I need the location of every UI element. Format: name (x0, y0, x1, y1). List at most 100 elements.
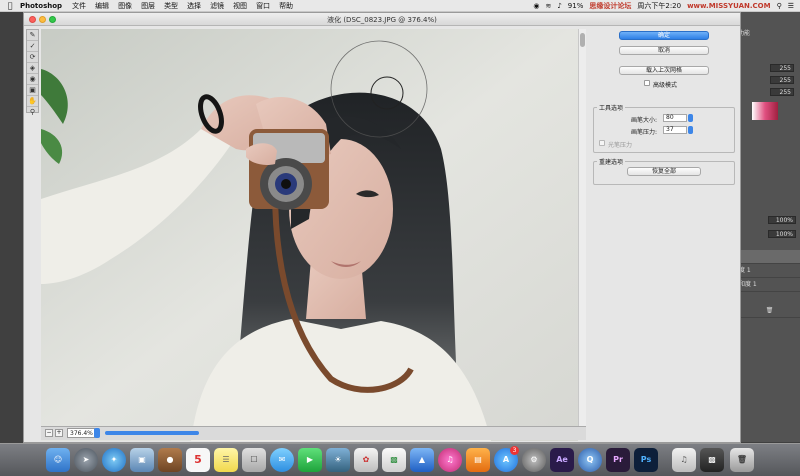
reconstruct-tool-icon[interactable]: ✓ (27, 41, 38, 52)
menu-type[interactable]: 类型 (164, 1, 178, 11)
preview-icon[interactable]: ▣ (130, 448, 154, 472)
brush-pressure-label: 画笔压力: (631, 129, 658, 136)
liquify-toolbox: ✎ ✓ ⟳ ◈ ◉ ▣ ✋ ⚲ (26, 29, 39, 116)
cancel-button[interactable]: 取消 (619, 46, 709, 55)
zoom-level-field[interactable]: 376.4% (67, 428, 95, 438)
numbers-icon[interactable]: ▩ (382, 448, 406, 472)
layer-row[interactable] (736, 250, 800, 264)
twirl-tool-icon[interactable]: ⟳ (27, 52, 38, 63)
rgb-b-field[interactable]: 255 (770, 88, 794, 96)
restore-all-button[interactable]: 恢复全部 (627, 167, 701, 176)
photoshop-icon[interactable]: Ps (634, 448, 658, 472)
music-file-icon[interactable]: ♫ (672, 448, 696, 472)
contacts-icon[interactable]: ● (158, 448, 182, 472)
notes-icon[interactable]: ☰ (214, 448, 238, 472)
photo (41, 29, 578, 441)
brush-size-stepper-icon[interactable] (688, 114, 693, 122)
panel-tab-label[interactable]: 功能 (738, 28, 798, 38)
menu-select[interactable]: 选择 (187, 1, 201, 11)
menu-file[interactable]: 文件 (72, 1, 86, 11)
menu-help[interactable]: 帮助 (279, 1, 293, 11)
menu-filter[interactable]: 滤镜 (210, 1, 224, 11)
wifi-icon[interactable]: ≋ (545, 2, 551, 10)
brush-size-label: 画笔大小: (631, 117, 658, 124)
advanced-mode-label: 高级模式 (653, 82, 678, 89)
advanced-mode-checkbox[interactable] (644, 80, 650, 86)
freeze-mask-tool-icon[interactable]: ▣ (27, 85, 38, 96)
dialog-titlebar[interactable]: 液化 (DSC_0823.JPG @ 376.4%) (24, 13, 740, 26)
premiere-icon[interactable]: Pr (606, 448, 630, 472)
zoom-tool-icon[interactable]: ⚲ (27, 107, 38, 118)
ok-button[interactable]: 确定 (619, 31, 709, 40)
photo-booth-icon[interactable]: ☀ (326, 448, 350, 472)
layer-row[interactable]: 度 1 (736, 264, 800, 278)
rgb-g-field[interactable]: 255 (770, 76, 794, 84)
opacity-field[interactable]: 100% (768, 216, 796, 224)
tool-options-title: 工具选项 (597, 103, 626, 112)
zoom-dropdown-icon[interactable] (94, 428, 100, 438)
finder-icon[interactable]: ☺ (46, 448, 70, 472)
after-effects-icon[interactable]: Ae (550, 448, 574, 472)
trash-icon[interactable]: 🗑 (736, 304, 800, 318)
rgb-r-field[interactable]: 255 (770, 64, 794, 72)
app-store-badge: 3 (510, 446, 519, 455)
canvas-status-bar: − + 376.4% (41, 426, 586, 440)
apple-icon[interactable]:  (0, 1, 20, 10)
dialog-title: 液化 (DSC_0823.JPG @ 376.4%) (327, 16, 437, 24)
safari-icon[interactable]: ✦ (102, 448, 126, 472)
ps-side-panels: 功能 255 255 255 100% 100% (736, 12, 800, 442)
zoom-in-button[interactable]: + (55, 429, 63, 437)
scroll-thumb[interactable] (580, 33, 585, 47)
dock: ☺ ➤ ✦ ▣ ● 5 ☰ ☐ ✉ ▶ ☀ ✿ ▩ ▲ ♫ ▤ A 3 ⚙ Ae… (0, 443, 800, 476)
menu-layer[interactable]: 图层 (141, 1, 155, 11)
brush-size-input[interactable]: 80 (663, 114, 687, 122)
pucker-tool-icon[interactable]: ◈ (27, 63, 38, 74)
bloat-tool-icon[interactable]: ◉ (27, 74, 38, 85)
screen:  Photoshop 文件 编辑 图像 图层 类型 选择 滤镜 视图 窗口 帮… (0, 0, 800, 476)
menu-edit[interactable]: 编辑 (95, 1, 109, 11)
battery-percent[interactable]: 91% (568, 2, 584, 10)
app-menu[interactable]: Photoshop (20, 2, 62, 10)
menu-image[interactable]: 图像 (118, 1, 132, 11)
clock[interactable]: 周六下午2:20 (637, 1, 681, 11)
menu-view[interactable]: 视图 (233, 1, 247, 11)
reminders-icon[interactable]: ☐ (242, 448, 266, 472)
messages-icon[interactable]: ✉ (270, 448, 294, 472)
stylus-pressure-label: 光笔压力 (608, 142, 633, 149)
menu-window[interactable]: 窗口 (256, 1, 270, 11)
stylus-pressure-checkbox[interactable] (599, 140, 605, 146)
spotlight-icon[interactable]: ⚲ (777, 2, 782, 10)
liquify-dialog: 液化 (DSC_0823.JPG @ 376.4%) ✎ ✓ ⟳ ◈ ◉ ▣ ✋… (23, 12, 741, 443)
photos-icon[interactable]: ✿ (354, 448, 378, 472)
color-ramp[interactable] (752, 102, 778, 120)
eye-icon[interactable]: ◉ (533, 2, 539, 10)
ibooks-icon[interactable]: ▤ (466, 448, 490, 472)
horizontal-scroll-thumb[interactable] (105, 431, 199, 435)
liquify-options-panel: 确定 取消 载入上次网格 高级模式 工具选项 画笔大小: 80 画笔压力: 37… (589, 29, 739, 441)
liquify-canvas[interactable] (41, 29, 578, 441)
calendar-icon[interactable]: 5 (186, 448, 210, 472)
layer-row[interactable]: 和度 1 (736, 278, 800, 292)
quicktime-icon[interactable]: Q (578, 448, 602, 472)
keynote-icon[interactable]: ▲ (410, 448, 434, 472)
reconstruct-options-title: 重建选项 (597, 157, 626, 166)
facetime-icon[interactable]: ▶ (298, 448, 322, 472)
launchpad-icon[interactable]: ➤ (74, 448, 98, 472)
fill-field[interactable]: 100% (768, 230, 796, 238)
hand-tool-icon[interactable]: ✋ (27, 96, 38, 107)
canvas-vertical-scrollbar[interactable] (578, 29, 586, 426)
load-last-mesh-button[interactable]: 载入上次网格 (619, 66, 709, 75)
trash-can-icon[interactable]: 🗑 (730, 448, 754, 472)
menu-list-icon[interactable]: ☰ (788, 2, 794, 10)
brush-pressure-stepper-icon[interactable] (688, 126, 693, 134)
brush-pressure-input[interactable]: 37 (663, 126, 687, 134)
watermark-logo: 思缘设计论坛 (589, 2, 632, 10)
zoom-out-button[interactable]: − (45, 429, 53, 437)
watermark-url: www.MISSYUAN.COM (687, 2, 771, 10)
forward-warp-tool-icon[interactable]: ✎ (27, 30, 38, 41)
system-preferences-icon[interactable]: ⚙ (522, 448, 546, 472)
itunes-icon[interactable]: ♫ (438, 448, 462, 472)
sound-icon[interactable]: ♪ (557, 2, 561, 10)
downloads-stack-icon[interactable]: ▩ (700, 448, 724, 472)
status-area: ◉ ≋ ♪ 91% 思缘设计论坛 周六下午2:20 www.MISSYUAN.C… (533, 0, 794, 12)
